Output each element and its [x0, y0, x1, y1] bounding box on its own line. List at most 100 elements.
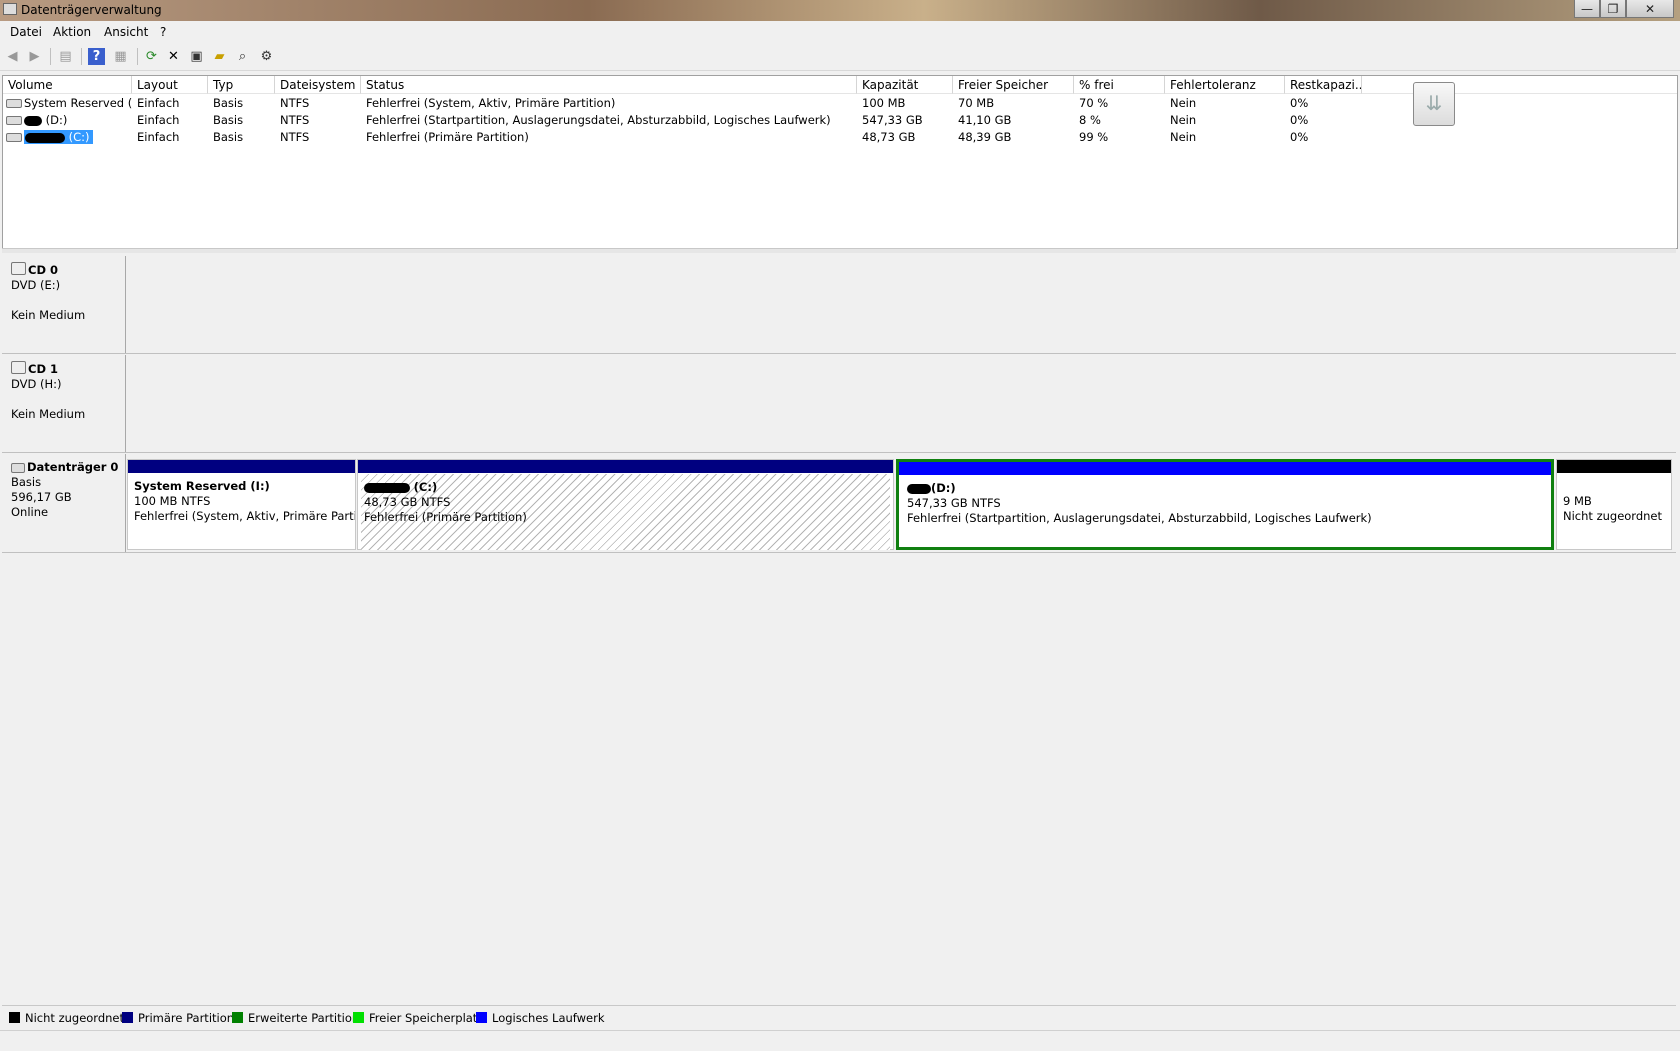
volume-rest: 0%: [1290, 130, 1309, 144]
volume-layout: Einfach: [137, 130, 180, 144]
minimize-button[interactable]: —: [1574, 0, 1600, 18]
cd-drive-icon: [11, 262, 26, 275]
column-header-dateisystem[interactable]: Dateisystem: [275, 76, 361, 94]
volume-free: 48,39 GB: [958, 130, 1012, 144]
disk-label-cd0[interactable]: CD 0 DVD (E:) Kein Medium: [2, 256, 126, 353]
disk-size: 596,17 GB: [11, 490, 72, 504]
close-button[interactable]: ✕: [1626, 0, 1674, 18]
toolbar-separator: [50, 48, 51, 65]
list-view-icon[interactable]: ▦: [112, 48, 129, 65]
hard-disk-icon: [11, 462, 25, 473]
properties-icon[interactable]: ▣: [188, 48, 205, 65]
column-header-typ[interactable]: Typ: [208, 76, 275, 94]
volume-free: 70 MB: [958, 96, 995, 110]
toolbar-separator: [137, 48, 138, 65]
menu-aktion[interactable]: Aktion: [53, 25, 91, 39]
column-header-restkapazitaet[interactable]: Restkapazi...: [1285, 76, 1362, 94]
back-icon[interactable]: ◀: [4, 48, 21, 65]
volume-pct-free: 99 %: [1079, 130, 1109, 144]
volume-fs: NTFS: [280, 96, 310, 110]
partition-status: Fehlerfrei (Startpartition, Auslagerungs…: [907, 511, 1372, 525]
drive-icon: [6, 133, 22, 142]
legend-primary: Primäre Partition: [122, 1011, 234, 1025]
redaction-mark: [364, 482, 410, 493]
disk-name: Datenträger 0: [27, 460, 119, 474]
disk-area-cd1: [127, 355, 1676, 452]
legend-swatch: [232, 1012, 243, 1023]
volume-pct-free: 8 %: [1079, 113, 1101, 127]
volume-pct-free: 70 %: [1079, 96, 1109, 110]
volume-capacity: 48,73 GB: [862, 130, 916, 144]
partition-size: 48,73 GB NTFS: [364, 495, 451, 509]
disk-drive: DVD (H:): [11, 377, 62, 391]
cd-drive-icon: [11, 361, 26, 374]
partition-bar-primary: [358, 460, 893, 473]
disk-media: Kein Medium: [11, 308, 86, 322]
partition-system-reserved[interactable]: System Reserved (I:) 100 MB NTFS Fehlerf…: [127, 459, 356, 550]
volume-status: Fehlerfrei (Primäre Partition): [366, 130, 529, 144]
window-title: Datenträgerverwaltung: [21, 3, 162, 17]
volume-fault: Nein: [1170, 113, 1197, 127]
disk-name: CD 1: [28, 362, 58, 376]
volume-layout: Einfach: [137, 96, 180, 110]
disk-management-icon: [3, 3, 17, 15]
partition-size: 100 MB NTFS: [134, 494, 211, 508]
column-header-prozent-frei[interactable]: % frei: [1074, 76, 1165, 94]
volume-typ: Basis: [213, 113, 244, 127]
help-icon[interactable]: ?: [88, 48, 105, 65]
toolbar-separator: [81, 48, 82, 65]
column-header-layout[interactable]: Layout: [132, 76, 208, 94]
disk-name: CD 0: [28, 263, 58, 277]
column-header-kapazitaet[interactable]: Kapazität: [857, 76, 953, 94]
disk-label-cd1[interactable]: CD 1 DVD (H:) Kein Medium: [2, 355, 126, 452]
column-header-status[interactable]: Status: [361, 76, 857, 94]
delete-icon[interactable]: ✕: [165, 48, 182, 65]
volume-fault: Nein: [1170, 96, 1197, 110]
legend-unallocated: Nicht zugeordnet: [9, 1011, 124, 1025]
partition-title: System Reserved (I:): [134, 479, 270, 493]
volume-typ: Basis: [213, 130, 244, 144]
menu-help[interactable]: ?: [160, 25, 166, 39]
partition-unallocated[interactable]: 9 MB Nicht zugeordnet: [1556, 459, 1672, 550]
volume-capacity: 547,33 GB: [862, 113, 923, 127]
menu-bar: Datei Aktion Ansicht ?: [0, 21, 1680, 43]
settings-icon[interactable]: ⚙: [258, 48, 275, 65]
partition-status: Fehlerfrei (Primäre Partition): [364, 510, 527, 524]
menu-ansicht[interactable]: Ansicht: [104, 25, 148, 39]
volume-name[interactable]: (D:): [3, 112, 132, 129]
open-folder-icon[interactable]: ▰: [211, 48, 228, 65]
show-hide-tree-icon[interactable]: ▤: [57, 48, 74, 65]
legend-swatch: [9, 1012, 20, 1023]
maximize-button[interactable]: ❐: [1600, 0, 1626, 18]
redaction-mark: [907, 483, 931, 494]
legend: Nicht zugeordnet Primäre Partition Erwei…: [2, 1005, 1676, 1028]
disk-drive: DVD (E:): [11, 278, 61, 292]
disk-label-disk0[interactable]: Datenträger 0 Basis 596,17 GB Online: [2, 454, 126, 552]
disk-media: Kein Medium: [11, 407, 86, 421]
volume-status: Fehlerfrei (System, Aktiv, Primäre Parti…: [366, 96, 616, 110]
legend-swatch: [476, 1012, 487, 1023]
scroll-down-icon[interactable]: ⇊: [1413, 82, 1455, 126]
column-header-volume[interactable]: Volume: [3, 76, 132, 94]
partition-size: 9 MB: [1563, 494, 1592, 508]
status-bar: [0, 1030, 1680, 1051]
partition-c[interactable]: (C:) 48,73 GB NTFS Fehlerfrei (Primäre P…: [357, 459, 894, 550]
volume-free: 41,10 GB: [958, 113, 1012, 127]
partition-d[interactable]: (D:) 547,33 GB NTFS Fehlerfrei (Startpar…: [896, 459, 1554, 550]
refresh-icon[interactable]: ⟳: [143, 48, 160, 65]
column-header-freier-speicher[interactable]: Freier Speicher: [953, 76, 1074, 94]
menu-datei[interactable]: Datei: [10, 25, 42, 39]
forward-icon[interactable]: ▶: [26, 48, 43, 65]
column-header-fehlertoleranz[interactable]: Fehlertoleranz: [1165, 76, 1285, 94]
volume-name[interactable]: System Reserved (I:): [3, 95, 132, 112]
partition-size: 547,33 GB NTFS: [907, 496, 1001, 510]
explore-icon[interactable]: ⌕: [234, 48, 251, 65]
pane-splitter[interactable]: [2, 248, 1676, 253]
volume-rest: 0%: [1290, 96, 1309, 110]
volume-fs: NTFS: [280, 130, 310, 144]
volume-name[interactable]: (C:): [3, 129, 132, 146]
drive-icon: [6, 116, 22, 125]
legend-free-space: Freier Speicherplatz: [353, 1011, 483, 1025]
redaction-mark: [24, 115, 42, 126]
legend-swatch: [122, 1012, 133, 1023]
